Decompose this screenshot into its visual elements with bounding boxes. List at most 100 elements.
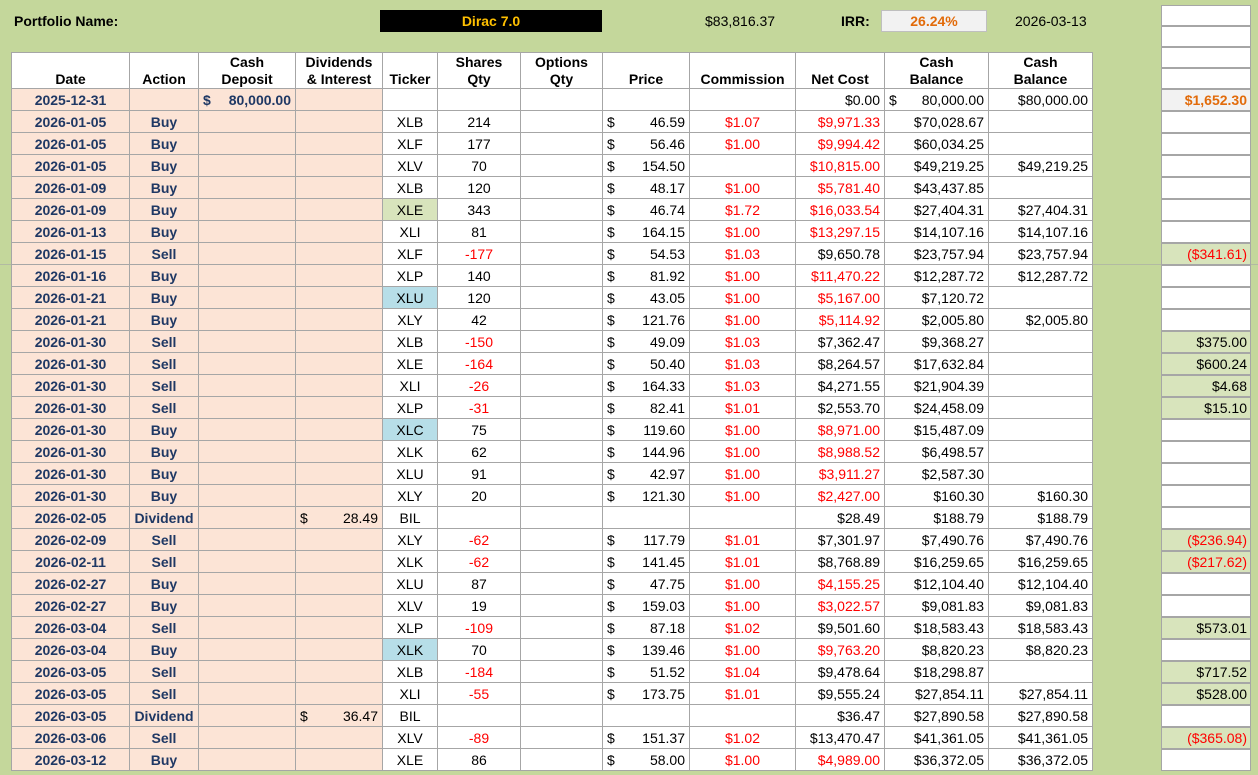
cell-shares[interactable]: 81 — [437, 220, 521, 243]
cell-cash-balance[interactable]: $24,458.09 — [884, 396, 989, 419]
cell-cash-balance-2[interactable]: $41,361.05 — [988, 726, 1093, 749]
cell-ticker[interactable]: XLU — [382, 572, 438, 595]
cell-ticker[interactable]: XLP — [382, 616, 438, 639]
cell-dividends[interactable] — [295, 748, 383, 771]
cell-price[interactable]: $42.97 — [602, 462, 690, 485]
col-header-action[interactable]: Action — [129, 52, 199, 89]
cell-cash-deposit[interactable] — [198, 330, 296, 353]
cell-cash-balance[interactable]: $27,404.31 — [884, 198, 989, 221]
cell-options[interactable] — [520, 484, 603, 507]
cell-ticker[interactable]: XLB — [382, 176, 438, 199]
cell-dividends[interactable]: $36.47 — [295, 704, 383, 727]
cell-shares[interactable]: -62 — [437, 550, 521, 573]
cell-price[interactable]: $119.60 — [602, 418, 690, 441]
cell-action[interactable]: Buy — [129, 110, 199, 133]
cell-commission[interactable]: $1.04 — [689, 660, 796, 683]
cell-net-cost[interactable]: $9,478.64 — [795, 660, 885, 683]
cell-shares[interactable]: 91 — [437, 462, 521, 485]
cell-price[interactable]: $50.40 — [602, 352, 690, 375]
cell-action[interactable]: Dividend — [129, 704, 199, 727]
cell-cash-balance-2[interactable]: $27,854.11 — [988, 682, 1093, 705]
cell-dividends[interactable] — [295, 484, 383, 507]
cell-cash-balance-2[interactable] — [988, 352, 1093, 375]
cell-action[interactable]: Buy — [129, 594, 199, 617]
cell-price[interactable]: $164.15 — [602, 220, 690, 243]
cell-net-cost[interactable]: $2,553.70 — [795, 396, 885, 419]
cell-shares[interactable]: 120 — [437, 286, 521, 309]
realized-gain-cell[interactable] — [1161, 440, 1251, 463]
cell-dividends[interactable] — [295, 330, 383, 353]
cell-date[interactable]: 2026-01-09 — [11, 198, 130, 221]
cell-cash-balance[interactable]: $17,632.84 — [884, 352, 989, 375]
cell-ticker[interactable]: XLI — [382, 374, 438, 397]
cell-cash-balance-2[interactable] — [988, 418, 1093, 441]
cell-dividends[interactable] — [295, 264, 383, 287]
cell-date[interactable]: 2026-02-27 — [11, 572, 130, 595]
cell-date[interactable]: 2026-01-13 — [11, 220, 130, 243]
cell-cash-balance-2[interactable] — [988, 462, 1093, 485]
cell-cash-balance[interactable]: $21,904.39 — [884, 374, 989, 397]
cell-options[interactable] — [520, 572, 603, 595]
cell-ticker[interactable]: XLP — [382, 264, 438, 287]
cell-options[interactable] — [520, 286, 603, 309]
cell-action[interactable]: Buy — [129, 748, 199, 771]
cell-options[interactable] — [520, 132, 603, 155]
cell-price[interactable]: $141.45 — [602, 550, 690, 573]
cell-price[interactable]: $144.96 — [602, 440, 690, 463]
cell-commission[interactable] — [689, 506, 796, 529]
cell-cash-balance[interactable]: $27,890.58 — [884, 704, 989, 727]
cell-ticker[interactable]: XLK — [382, 638, 438, 661]
cell-shares[interactable]: -89 — [437, 726, 521, 749]
cell-commission[interactable]: $1.03 — [689, 330, 796, 353]
cell-cash-deposit[interactable] — [198, 506, 296, 529]
cell-price[interactable]: $54.53 — [602, 242, 690, 265]
cell-cash-deposit[interactable] — [198, 220, 296, 243]
cell-action[interactable]: Buy — [129, 264, 199, 287]
cell-options[interactable] — [520, 748, 603, 771]
cell-dividends[interactable] — [295, 440, 383, 463]
cell-net-cost[interactable]: $4,155.25 — [795, 572, 885, 595]
cell-commission[interactable]: $1.03 — [689, 352, 796, 375]
cell-options[interactable] — [520, 528, 603, 551]
cell-cash-balance-2[interactable] — [988, 440, 1093, 463]
cell-cash-deposit[interactable] — [198, 484, 296, 507]
cell-action[interactable]: Buy — [129, 440, 199, 463]
cell-action[interactable]: Buy — [129, 418, 199, 441]
realized-gain-cell[interactable]: $573.01 — [1161, 616, 1251, 639]
cell-cash-deposit[interactable] — [198, 352, 296, 375]
cell-cash-deposit[interactable] — [198, 308, 296, 331]
cell-date[interactable]: 2026-02-09 — [11, 528, 130, 551]
cell-cash-balance[interactable]: $2,005.80 — [884, 308, 989, 331]
cell-price[interactable]: $56.46 — [602, 132, 690, 155]
cell-shares[interactable]: -177 — [437, 242, 521, 265]
cell-date[interactable]: 2026-02-27 — [11, 594, 130, 617]
col-header-net-cost[interactable]: Net Cost — [795, 52, 885, 89]
cell-options[interactable] — [520, 660, 603, 683]
cell-options[interactable] — [520, 220, 603, 243]
cell-cash-balance-2[interactable] — [988, 374, 1093, 397]
cell-net-cost[interactable]: $4,989.00 — [795, 748, 885, 771]
cell-ticker[interactable]: XLV — [382, 594, 438, 617]
cell-date[interactable]: 2026-01-21 — [11, 308, 130, 331]
cell-price[interactable]: $48.17 — [602, 176, 690, 199]
cell-net-cost[interactable]: $10,815.00 — [795, 154, 885, 177]
cell-ticker[interactable]: XLB — [382, 110, 438, 133]
cell-commission[interactable]: $1.00 — [689, 462, 796, 485]
cell-commission[interactable]: $1.00 — [689, 286, 796, 309]
cell-ticker[interactable]: XLK — [382, 550, 438, 573]
cell-cash-balance[interactable]: $60,034.25 — [884, 132, 989, 155]
realized-gain-cell[interactable]: $600.24 — [1161, 352, 1251, 375]
cell-cash-balance-2[interactable] — [988, 330, 1093, 353]
cell-ticker[interactable]: XLI — [382, 682, 438, 705]
cell-options[interactable] — [520, 352, 603, 375]
cell-cash-balance[interactable]: $43,437.85 — [884, 176, 989, 199]
cell-cash-balance-2[interactable] — [988, 396, 1093, 419]
col-header-options[interactable]: Options — [520, 52, 603, 71]
cell-cash-balance[interactable]: $70,028.67 — [884, 110, 989, 133]
cell-commission[interactable]: $1.07 — [689, 110, 796, 133]
cell-options[interactable] — [520, 110, 603, 133]
cell-cash-deposit[interactable] — [198, 704, 296, 727]
cell-commission[interactable] — [689, 154, 796, 177]
cell-dividends[interactable] — [295, 550, 383, 573]
cell-net-cost[interactable]: $7,362.47 — [795, 330, 885, 353]
